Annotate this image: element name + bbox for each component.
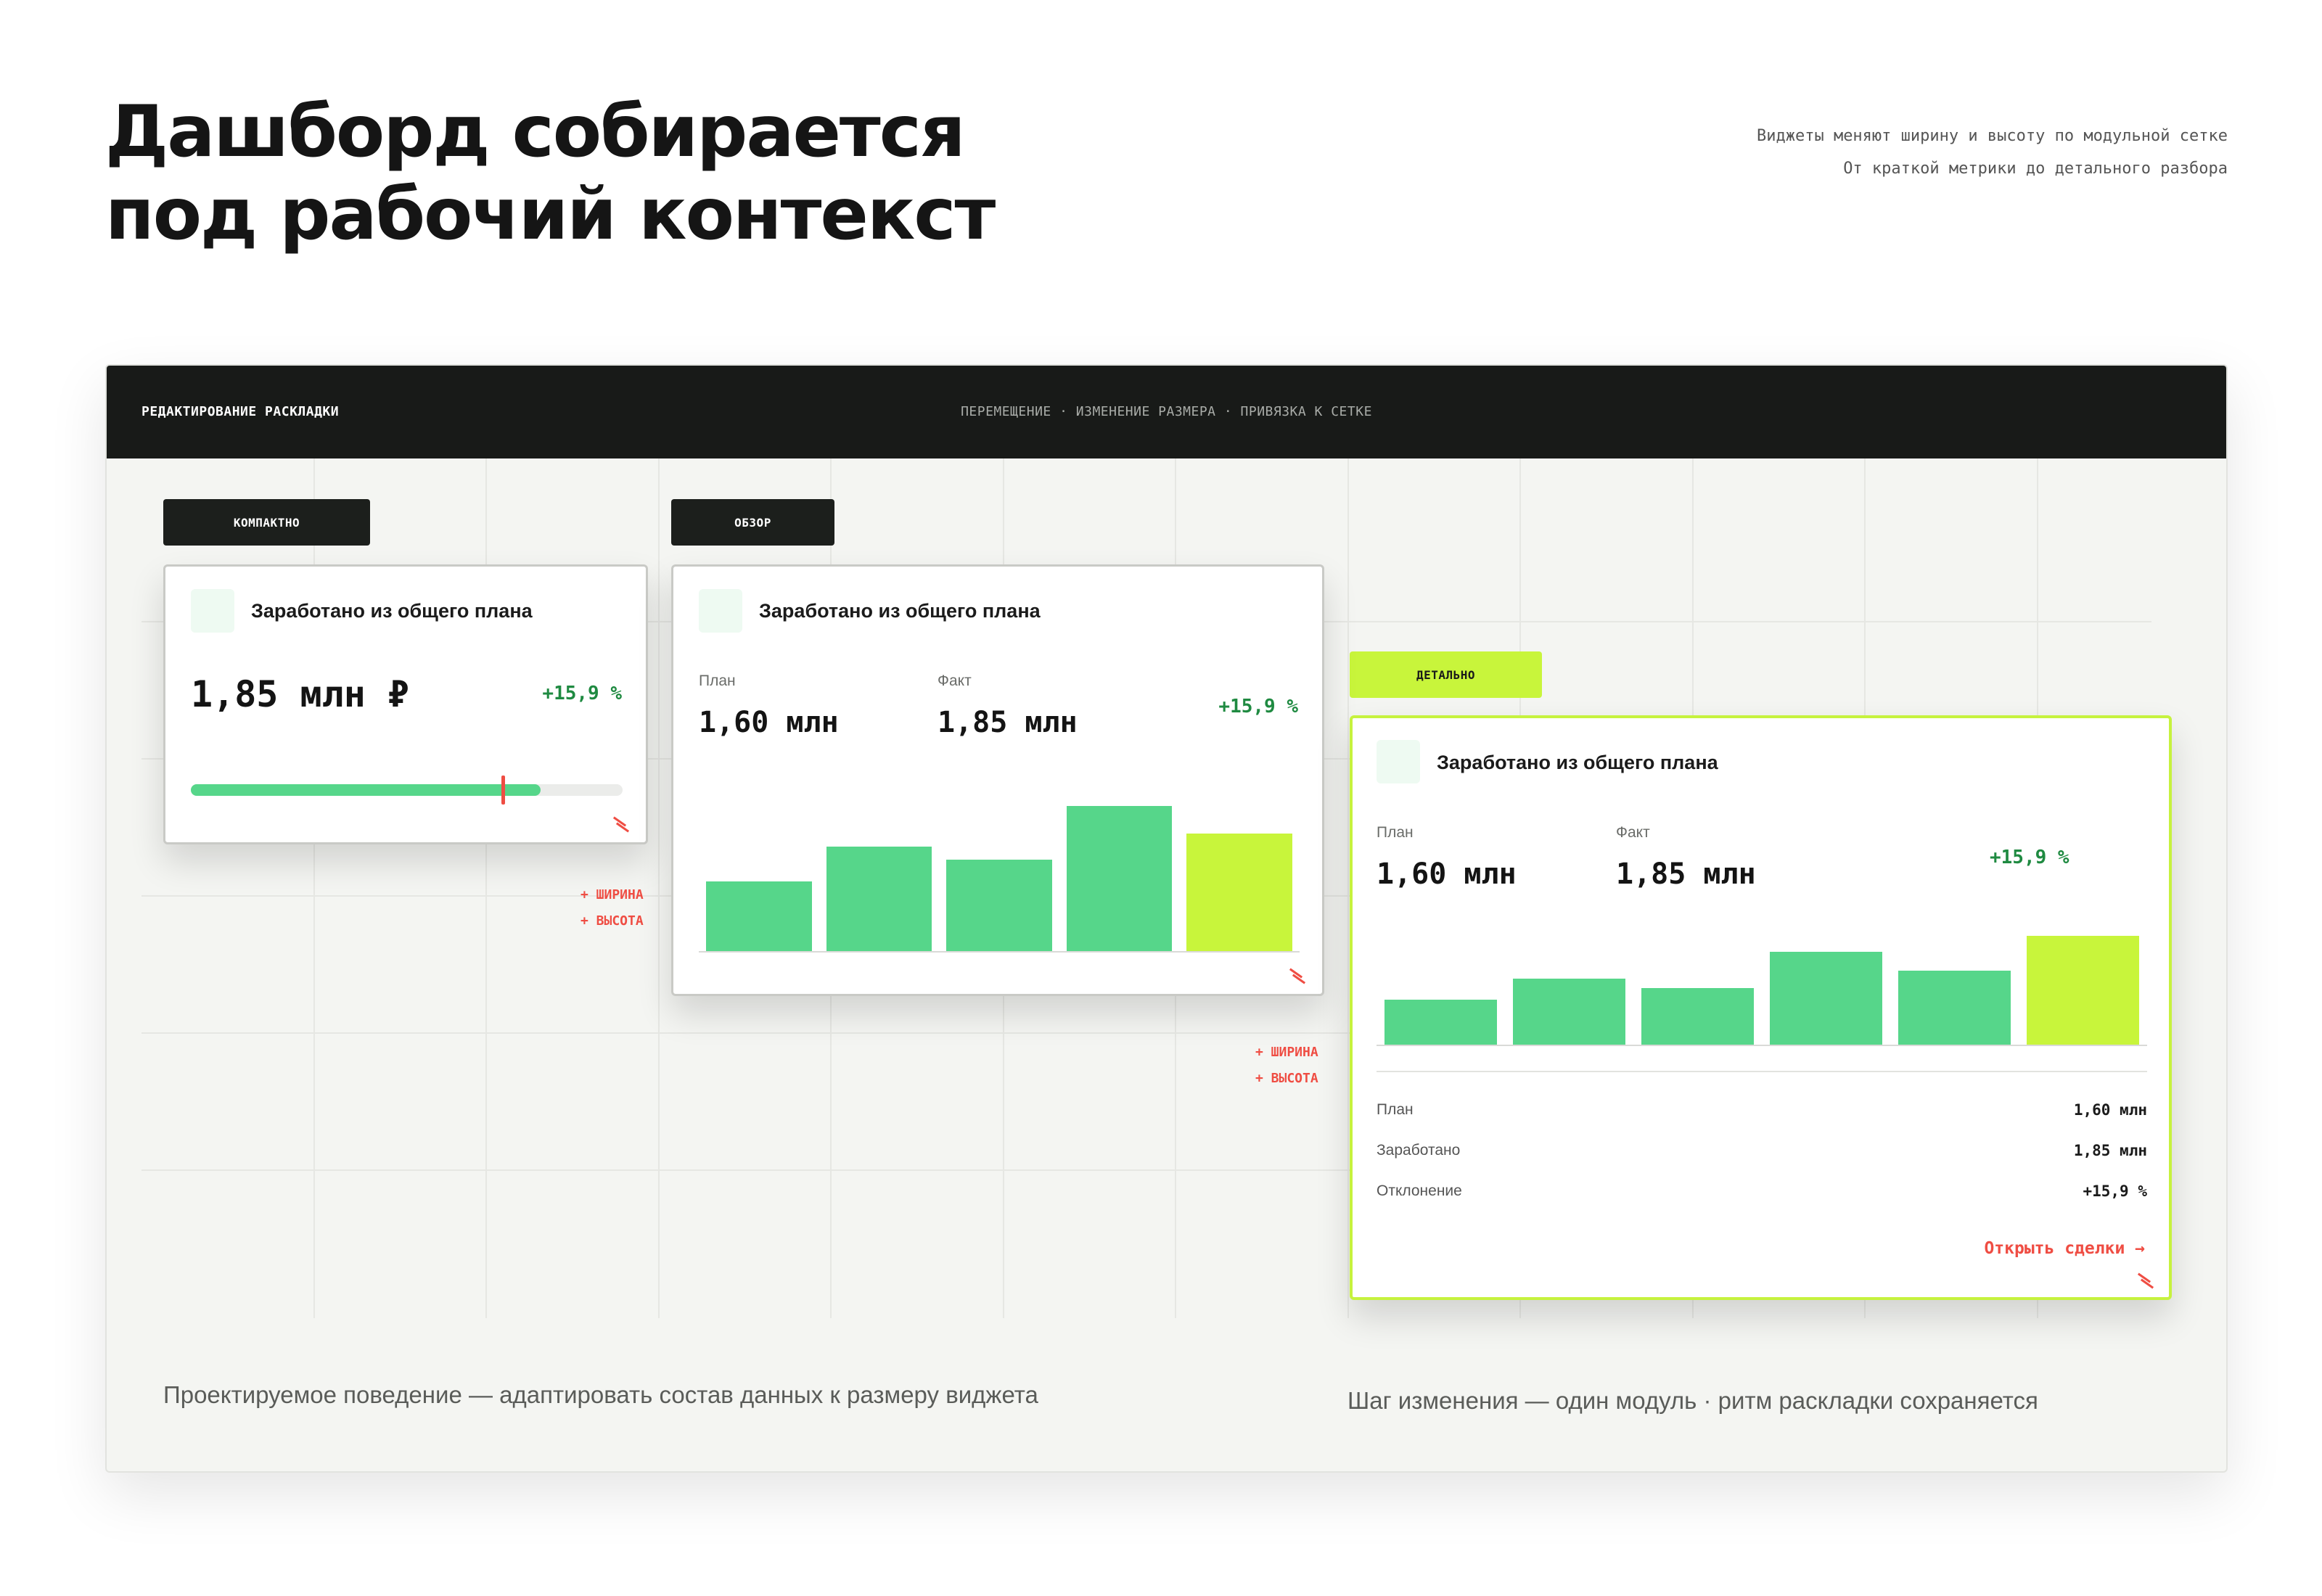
stat-label: Заработано — [1377, 1142, 1461, 1159]
widget-delta: +15,9 % — [542, 683, 622, 704]
stat-row-plan: План 1,60 млн — [1377, 1101, 2147, 1119]
stat-value: +15,9 % — [2083, 1182, 2147, 1200]
caption-right: Шаг изменения — один модуль · ритм раскл… — [1347, 1387, 2038, 1414]
resize-handle-icon[interactable] — [611, 816, 630, 833]
widget-delta: +15,9 % — [1990, 847, 2069, 868]
annotation-width: + ШИРИНА — [580, 887, 644, 902]
bar — [1641, 987, 1755, 1045]
grid-line — [1347, 458, 1349, 1318]
page-title-line-2: под рабочий контекст — [105, 173, 996, 256]
widget-overview[interactable]: Заработано из общего плана План 1,60 млн… — [671, 564, 1324, 996]
page-title-line-1: Дашборд собирается — [105, 91, 966, 173]
page-title: Дашборд собирается под рабочий контекст — [105, 91, 996, 256]
stat-label: План — [1377, 1101, 1414, 1118]
open-deals-link[interactable]: Открыть сделки → — [1984, 1239, 2145, 1258]
plan-value: 1,60 млн — [1377, 857, 1517, 891]
bar — [826, 847, 932, 951]
stat-row-deviation: Отклонение +15,9 % — [1377, 1182, 2147, 1200]
annotation-width: + ШИРИНА — [1255, 1045, 1318, 1060]
widget-title: Заработано из общего плана — [1437, 752, 1718, 773]
bar-chart — [699, 806, 1300, 953]
tag-overview: ОБЗОР — [671, 499, 834, 546]
chart-baseline — [1377, 1045, 2147, 1046]
resize-handle-icon[interactable] — [2136, 1272, 2154, 1289]
resize-handle-icon[interactable] — [1287, 968, 1306, 984]
page-subtitle-line-1: Виджеты меняют ширину и высоту по модуль… — [1756, 127, 2228, 145]
plan-label: План — [699, 672, 736, 689]
bar — [1066, 806, 1173, 951]
fact-value: 1,85 млн — [1616, 857, 1756, 891]
tag-compact: КОМПАКТНО — [163, 499, 370, 546]
resize-annotation-1: + ШИРИНА + ВЫСОТА — [580, 882, 644, 934]
bar — [1898, 971, 2011, 1045]
widget-value: 1,85 млн ₽ — [191, 673, 410, 715]
widget-compact[interactable]: Заработано из общего плана 1,85 млн ₽ +1… — [163, 564, 648, 844]
annotation-height: + ВЫСОТА — [1255, 1071, 1318, 1086]
stat-value: 1,85 млн — [2073, 1142, 2147, 1159]
fact-value: 1,85 млн — [938, 706, 1078, 739]
annotation-height: + ВЫСОТА — [580, 913, 644, 929]
resize-annotation-2: + ШИРИНА + ВЫСОТА — [1255, 1040, 1318, 1092]
stat-label: Отклонение — [1377, 1182, 1462, 1199]
plan-progress-bar — [191, 776, 623, 805]
editor-actions-label: ПЕРЕМЕЩЕНИЕ · ИЗМЕНЕНИЕ РАЗМЕРА · ПРИВЯЗ… — [961, 404, 1372, 419]
stat-row-earned: Заработано 1,85 млн — [1377, 1142, 2147, 1159]
plan-value: 1,60 млн — [699, 706, 839, 739]
widget-icon — [1377, 740, 1420, 783]
widget-delta: +15,9 % — [1218, 696, 1298, 717]
bar — [946, 860, 1052, 951]
grid-line — [658, 458, 660, 1318]
bar — [705, 881, 812, 951]
bar — [1384, 999, 1498, 1045]
bar — [1512, 979, 1626, 1045]
tag-detailed: ДЕТАЛЬНО — [1350, 651, 1542, 698]
caption-left: Проектируемое поведение — адаптировать с… — [163, 1381, 1038, 1408]
stat-value: 1,60 млн — [2073, 1101, 2147, 1119]
widget-title: Заработано из общего плана — [251, 600, 533, 622]
fact-label: Факт — [938, 672, 972, 689]
plan-progress-fill — [191, 784, 541, 796]
widget-title: Заработано из общего плана — [759, 600, 1041, 622]
widget-detailed[interactable]: Заработано из общего плана План 1,60 млн… — [1350, 715, 2172, 1300]
bar-current — [1186, 834, 1293, 951]
bar-chart — [1377, 936, 2147, 1046]
page-subtitle-line-2: От краткой метрики до детального разбора — [1843, 160, 2228, 178]
widget-icon — [191, 589, 234, 633]
plan-label: План — [1377, 824, 1414, 841]
divider — [1377, 1071, 2147, 1072]
page-subtitle: Виджеты меняют ширину и высоту по модуль… — [1757, 120, 2228, 185]
plan-target-marker — [501, 776, 506, 805]
fact-label: Факт — [1616, 824, 1650, 841]
bar-current — [2026, 936, 2140, 1045]
chart-baseline — [699, 951, 1300, 953]
layout-editor-frame: РЕДАКТИРОВАНИЕ РАСКЛАДКИ ПЕРЕМЕЩЕНИЕ · И… — [105, 364, 2228, 1473]
editor-toolbar: РЕДАКТИРОВАНИЕ РАСКЛАДКИ ПЕРЕМЕЩЕНИЕ · И… — [107, 366, 2226, 458]
bar — [1769, 951, 1883, 1045]
widget-icon — [699, 589, 742, 633]
